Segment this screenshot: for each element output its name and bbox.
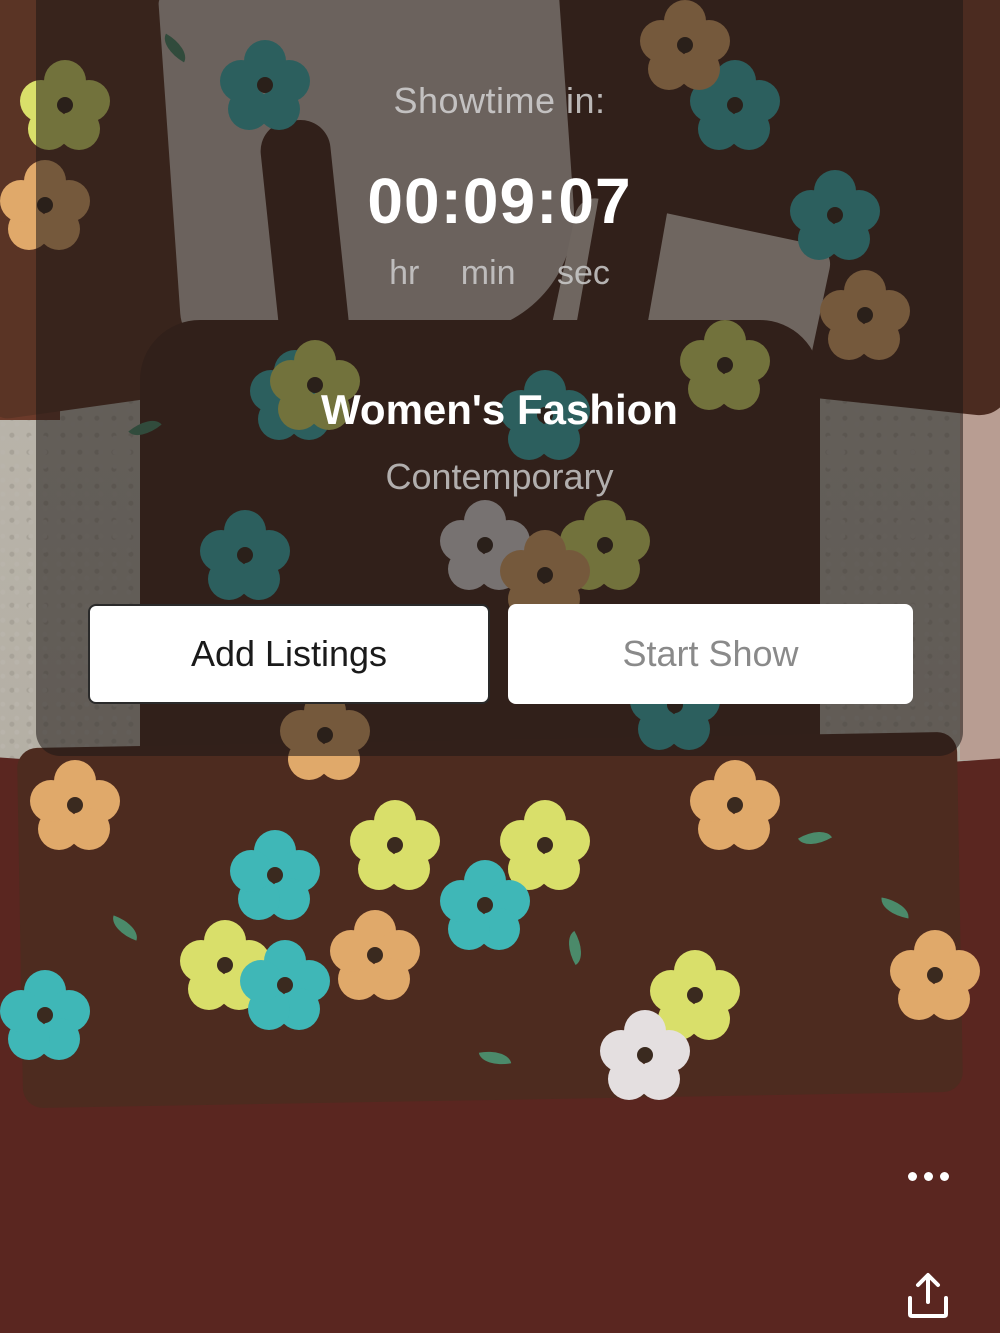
flower-pattern xyxy=(600,1010,690,1100)
flower-pattern xyxy=(240,940,330,1030)
show-category: Women's Fashion xyxy=(321,386,678,433)
flower-pattern xyxy=(230,830,320,920)
minutes-unit-label: min xyxy=(460,254,516,292)
more-horizontal-icon xyxy=(907,1171,917,1181)
countdown-units: hr min sec xyxy=(36,254,963,293)
more-horizontal-icon-dot xyxy=(939,1171,949,1181)
start-show-button[interactable]: Start Show xyxy=(508,604,913,704)
hours-unit-label: hr xyxy=(389,254,420,292)
flower-pattern xyxy=(330,910,420,1000)
live-show-preview-screen: Showtime in: 00:09:07 hr min sec Women's… xyxy=(0,0,1000,1333)
more-options-button[interactable] xyxy=(898,1156,958,1196)
flower-pattern xyxy=(690,760,780,850)
share-button[interactable] xyxy=(902,1270,954,1322)
flower-pattern xyxy=(890,930,980,1020)
more-horizontal-icon-dot xyxy=(923,1171,933,1181)
flower-pattern xyxy=(0,970,90,1060)
share-upload-icon xyxy=(908,1273,948,1318)
flower-pattern xyxy=(440,860,530,950)
showtime-label: Showtime in: xyxy=(393,80,606,121)
show-subcategory: Contemporary xyxy=(385,456,614,497)
seconds-unit-label: sec xyxy=(557,254,610,292)
flower-pattern xyxy=(350,800,440,890)
flower-pattern xyxy=(30,760,120,850)
add-listings-button[interactable]: Add Listings xyxy=(88,604,490,704)
countdown-timer: 00:09:07 xyxy=(367,165,632,237)
